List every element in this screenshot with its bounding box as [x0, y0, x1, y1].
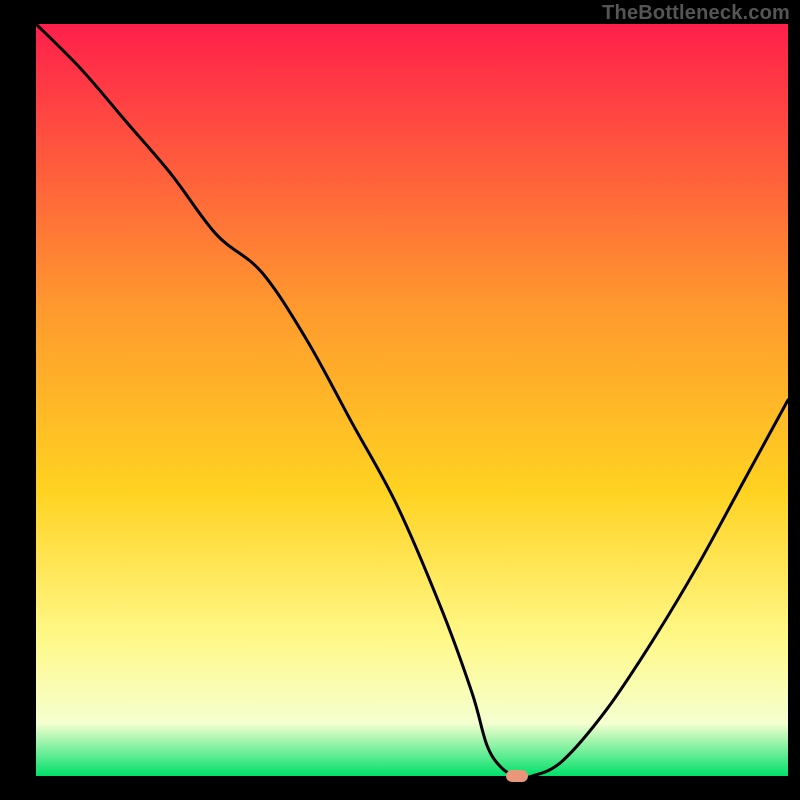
optimal-marker: [506, 770, 528, 782]
plot-svg: [36, 24, 788, 776]
gradient-background: [36, 24, 788, 776]
plot-area: [36, 24, 788, 776]
watermark-text: TheBottleneck.com: [602, 2, 790, 25]
chart-frame: TheBottleneck.com: [0, 0, 800, 800]
